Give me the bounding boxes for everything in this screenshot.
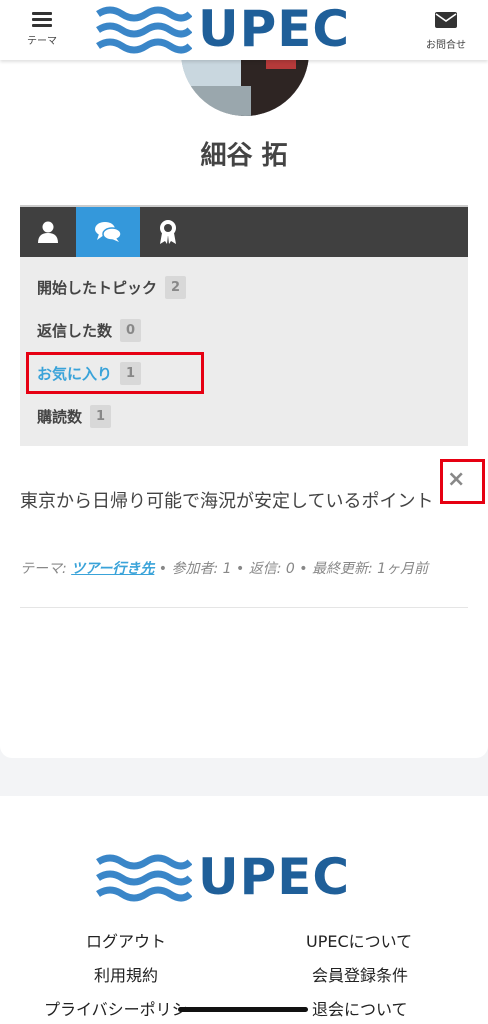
waves-logo-icon (96, 854, 192, 902)
tab-profile[interactable] (20, 207, 76, 257)
about-link[interactable]: UPECについて (306, 928, 412, 952)
topic-title[interactable]: 東京から日帰り可能で海況が安定しているポイント (20, 485, 468, 519)
menu-item-started-topics[interactable]: 開始したトピック 2 (37, 273, 187, 301)
count-badge: 1 (90, 404, 112, 428)
site-header: テーマ UPEC お問合せ (0, 0, 488, 60)
topic-meta: テーマ: ツアー行き先 • 参加者: 1 • 返信: 0 • 最終更新: 1ヶ月… (20, 558, 480, 578)
hamburger-icon (32, 12, 52, 28)
profile-card: 細谷 拓 開始したトピック 2 返信した数 0 お気に入り 1 購読数 1 東京… (0, 46, 488, 758)
theme-menu-button[interactable]: テーマ (12, 8, 72, 56)
chat-bubbles-icon (95, 222, 122, 242)
home-indicator (178, 1007, 308, 1012)
theme-menu-label: テーマ (27, 36, 57, 47)
last-updated: 最終更新: 1ヶ月前 (312, 561, 429, 577)
tab-forums[interactable] (76, 207, 140, 257)
site-logo[interactable]: UPEC (96, 0, 386, 58)
contact-button[interactable]: お問合せ (416, 8, 476, 56)
footer-logo-text: UPEC (198, 848, 351, 906)
contact-label: お問合せ (426, 40, 466, 51)
waves-logo-icon (96, 6, 192, 54)
favorites-highlight-box (26, 352, 204, 394)
meta-separator: • (236, 561, 249, 577)
membership-terms-link[interactable]: 会員登録条件 (312, 962, 408, 986)
count-badge: 0 (120, 318, 142, 342)
menu-item-label: 開始したトピック (37, 278, 158, 297)
menu-item-label: 購読数 (37, 407, 83, 426)
menu-item-label: 返信した数 (37, 321, 113, 340)
meta-separator: • (158, 561, 172, 577)
participants-count: 参加者: 1 (171, 561, 232, 577)
divider (20, 607, 468, 608)
menu-item-subscriptions[interactable]: 購読数 1 (37, 402, 112, 430)
menu-item-replies[interactable]: 返信した数 0 (37, 316, 142, 344)
award-ribbon-icon (160, 220, 176, 244)
terms-link[interactable]: 利用規約 (94, 962, 158, 986)
envelope-icon (435, 12, 457, 28)
footer-logo[interactable]: UPEC (96, 848, 386, 906)
remove-highlight-box (440, 459, 485, 504)
logo-text: UPEC (198, 0, 351, 58)
logout-link[interactable]: ログアウト (86, 928, 166, 952)
replies-count: 返信: 0 (248, 561, 295, 577)
profile-name: 細谷 拓 (200, 141, 288, 171)
withdraw-link[interactable]: 退会について (312, 996, 408, 1020)
tab-achievements[interactable] (140, 207, 196, 257)
theme-label: テーマ: (20, 561, 67, 577)
site-footer: UPEC ログアウト UPECについて 利用規約 会員登録条件 プライバシーポリ… (0, 796, 488, 1024)
theme-link[interactable]: ツアー行き先 (71, 561, 154, 577)
profile-tabs (20, 205, 468, 257)
user-icon (38, 221, 58, 243)
count-badge: 2 (165, 275, 187, 299)
meta-separator: • (299, 561, 313, 577)
